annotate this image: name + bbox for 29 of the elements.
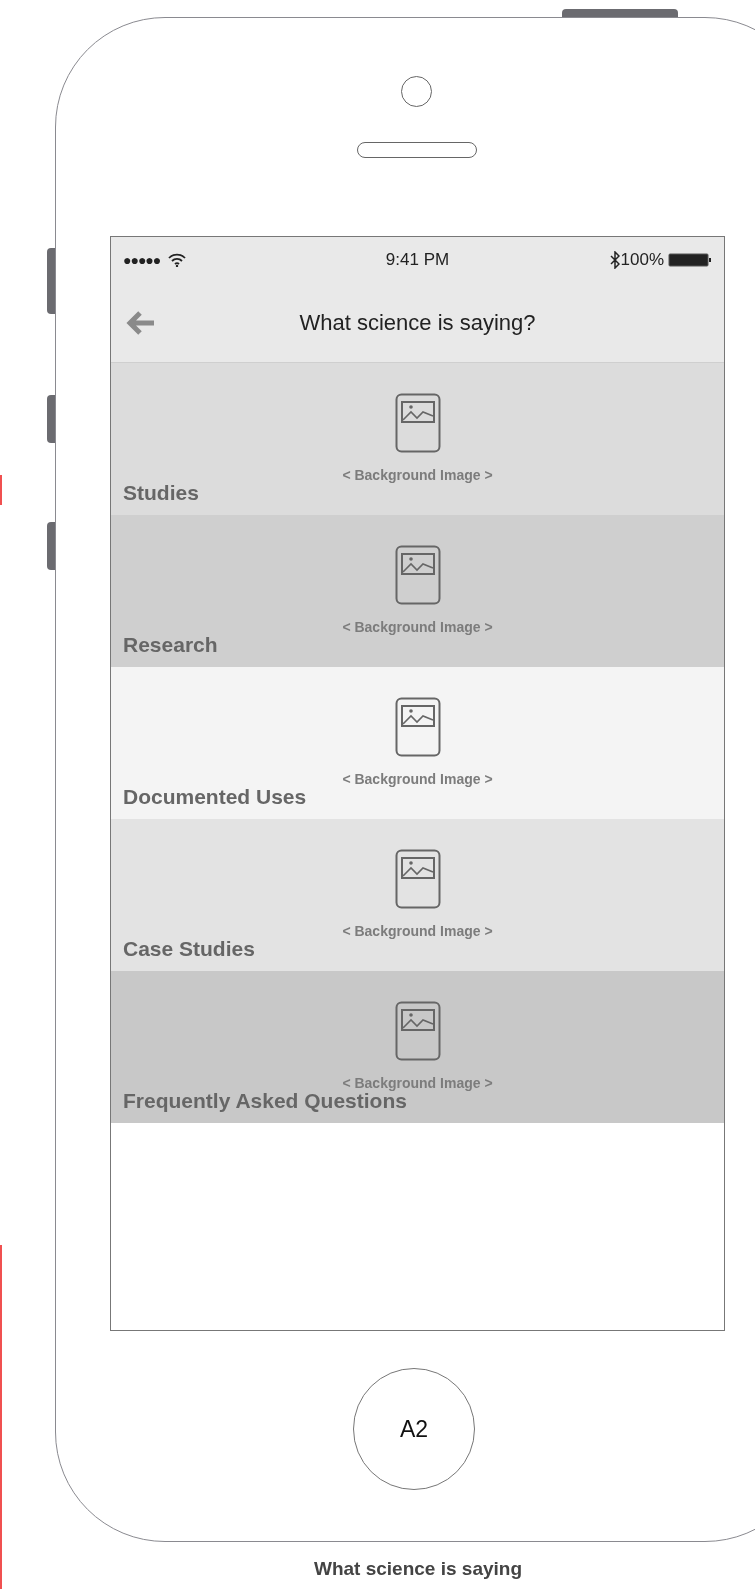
row-label: Research [123, 631, 218, 658]
list-row[interactable]: < Background Image > Case Studies [111, 819, 724, 971]
image-placeholder-icon [394, 1001, 441, 1061]
wifi-icon [168, 253, 187, 267]
image-placeholder-icon [394, 545, 441, 605]
list-row[interactable]: < Background Image > Studies [111, 363, 724, 515]
list-row[interactable]: < Background Image > Frequently Asked Questions [111, 971, 724, 1123]
bluetooth-icon [609, 251, 620, 269]
image-placeholder-icon [394, 849, 441, 909]
status-time: 9:41 PM [385, 249, 450, 272]
battery-percent: 100% [620, 249, 664, 272]
list-row[interactable]: < Background Image > Documented Uses [111, 667, 724, 819]
nav-title: What science is saying? [299, 309, 536, 337]
background-image-placeholder: < Background Image > [342, 922, 493, 941]
row-label: Case Studies [123, 935, 255, 962]
edge-marker [0, 475, 2, 505]
background-image-placeholder: < Background Image > [342, 770, 493, 789]
image-placeholder-icon [394, 393, 441, 453]
image-placeholder-icon [394, 697, 441, 757]
battery-icon [668, 253, 712, 267]
background-image-placeholder: < Background Image > [342, 466, 493, 485]
row-label: Studies [123, 479, 199, 506]
screen-caption: What science is saying [313, 1557, 523, 1581]
row-label: Documented Uses [123, 783, 307, 810]
list-row[interactable]: < Background Image > Research [111, 515, 724, 667]
background-image-placeholder: < Background Image > [342, 618, 493, 637]
signal-dots: ●●●●● [123, 250, 161, 270]
background-image-placeholder: < Background Image > [342, 1074, 493, 1091]
back-arrow-icon[interactable] [125, 309, 157, 336]
